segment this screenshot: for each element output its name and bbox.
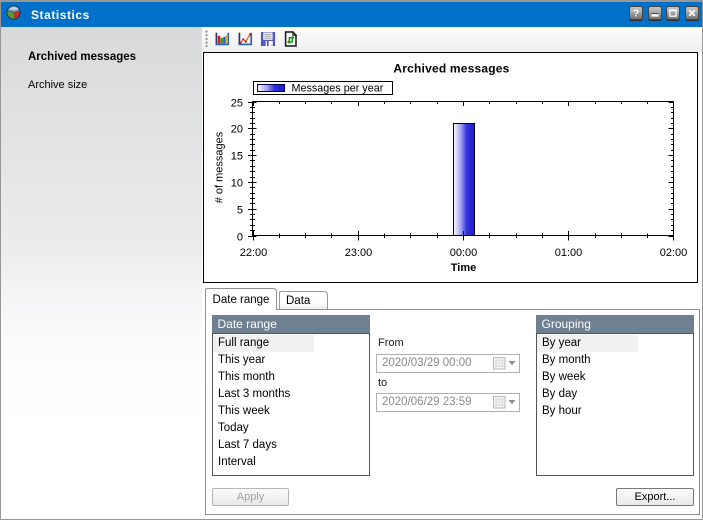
svg-text:Time: Time	[451, 262, 476, 274]
svg-text:20: 20	[231, 124, 243, 136]
svg-text:25: 25	[231, 98, 243, 110]
svg-text:0: 0	[237, 232, 243, 244]
svg-text:02:00: 02:00	[660, 247, 688, 259]
svg-text:# of messages: # of messages	[214, 131, 226, 203]
svg-text:22:00: 22:00	[240, 247, 268, 259]
svg-text:Messages per year: Messages per year	[292, 83, 384, 95]
svg-text:5: 5	[237, 205, 243, 217]
svg-text:23:00: 23:00	[345, 247, 373, 259]
svg-text:00:00: 00:00	[450, 247, 478, 259]
svg-text:Archived messages: Archived messages	[393, 62, 509, 76]
svg-text:15: 15	[231, 151, 243, 163]
svg-text:10: 10	[231, 178, 243, 190]
svg-text:01:00: 01:00	[555, 247, 583, 259]
svg-text:?: ?	[633, 9, 639, 20]
